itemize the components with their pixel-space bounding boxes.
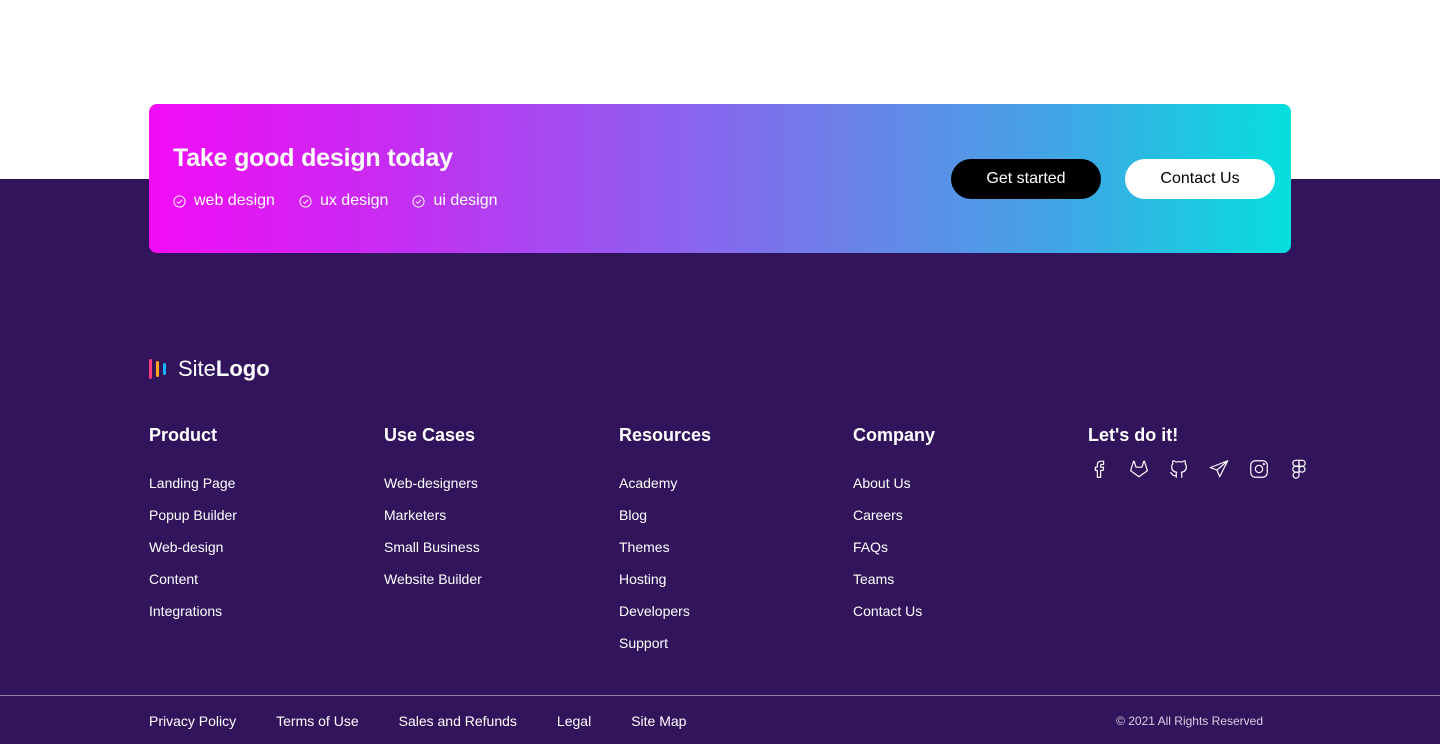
instagram-icon[interactable] (1248, 457, 1270, 481)
logo-bar (149, 359, 152, 379)
footer-link[interactable]: Careers (853, 507, 935, 539)
footer-column-company: Company About Us Careers FAQs Teams Cont… (853, 425, 935, 635)
cta-tag-label: ui design (433, 192, 498, 209)
cta-tag: ux design (299, 192, 389, 210)
footer-link[interactable]: Hosting (619, 571, 711, 603)
check-circle-icon (412, 194, 425, 208)
column-links: About Us Careers FAQs Teams Contact Us (853, 475, 935, 635)
column-links: Academy Blog Themes Hosting Developers S… (619, 475, 711, 667)
social-icons (1088, 457, 1328, 481)
logo-mark (149, 359, 170, 379)
logo-text-suffix: Logo (215, 356, 270, 381)
cta-title: Take good design today (173, 144, 453, 172)
footer-link[interactable]: Small Business (384, 539, 482, 571)
footer-link[interactable]: Academy (619, 475, 711, 507)
cta-tag: ui design (412, 192, 498, 210)
cta-tags: web design ux design ui design (173, 192, 522, 210)
copyright-text: © 2021 All Rights Reserved (1116, 714, 1263, 728)
column-links: Web-designers Marketers Small Business W… (384, 475, 482, 603)
logo-text-prefix: Site (178, 356, 216, 381)
cta-banner: Take good design today web design ux des… (149, 104, 1291, 253)
footer-link[interactable]: Support (619, 635, 711, 667)
terms-of-use-link[interactable]: Terms of Use (276, 713, 358, 729)
footer-link[interactable]: Integrations (149, 603, 237, 635)
figma-icon[interactable] (1288, 457, 1310, 481)
logo-bar (156, 361, 159, 377)
check-circle-icon (173, 194, 186, 208)
column-title: Product (149, 425, 218, 445)
footer-link[interactable]: FAQs (853, 539, 935, 571)
github-icon[interactable] (1168, 457, 1190, 481)
get-started-button[interactable]: Get started (951, 159, 1101, 199)
footer-link[interactable]: About Us (853, 475, 935, 507)
column-title: Resources (619, 425, 712, 445)
gitlab-icon[interactable] (1128, 457, 1150, 481)
footer-column-use-cases: Use Cases Web-designers Marketers Small … (384, 425, 482, 603)
footer-link[interactable]: Popup Builder (149, 507, 237, 539)
column-title: Company (853, 425, 936, 445)
contact-us-button[interactable]: Contact Us (1125, 159, 1275, 199)
logo-text: SiteLogo (178, 356, 270, 382)
footer-link[interactable]: Web-design (149, 539, 237, 571)
sales-and-refunds-link[interactable]: Sales and Refunds (399, 713, 517, 729)
footer-link[interactable]: Web-designers (384, 475, 482, 507)
privacy-policy-link[interactable]: Privacy Policy (149, 713, 236, 729)
footer-link[interactable]: Marketers (384, 507, 482, 539)
footer-column-resources: Resources Academy Blog Themes Hosting De… (619, 425, 711, 667)
cta-tag-label: ux design (319, 192, 389, 209)
footer-link[interactable]: Themes (619, 539, 711, 571)
bottom-links: Privacy Policy Terms of Use Sales and Re… (149, 713, 726, 729)
footer-link[interactable]: Content (149, 571, 237, 603)
cta-tag: web design (173, 192, 275, 210)
cta-tag-label: web design (194, 192, 275, 209)
telegram-icon[interactable] (1208, 457, 1230, 481)
footer-divider (0, 695, 1440, 696)
check-circle-icon (299, 194, 312, 208)
legal-link[interactable]: Legal (557, 713, 591, 729)
footer-link[interactable]: Blog (619, 507, 711, 539)
footer-column-product: Product Landing Page Popup Builder Web-d… (149, 425, 237, 635)
site-map-link[interactable]: Site Map (631, 713, 686, 729)
footer-link[interactable]: Website Builder (384, 571, 482, 603)
column-title: Use Cases (384, 425, 476, 445)
facebook-icon[interactable] (1088, 457, 1110, 481)
logo-bar (163, 363, 166, 375)
column-links: Landing Page Popup Builder Web-design Co… (149, 475, 237, 635)
footer-link[interactable]: Contact Us (853, 603, 935, 635)
footer-link[interactable]: Teams (853, 571, 935, 603)
site-logo[interactable]: SiteLogo (149, 356, 270, 382)
footer-link[interactable]: Developers (619, 603, 711, 635)
social-title: Let's do it! (1088, 425, 1179, 445)
footer-link[interactable]: Landing Page (149, 475, 237, 507)
footer-column-social: Let's do it! (1088, 425, 1328, 481)
